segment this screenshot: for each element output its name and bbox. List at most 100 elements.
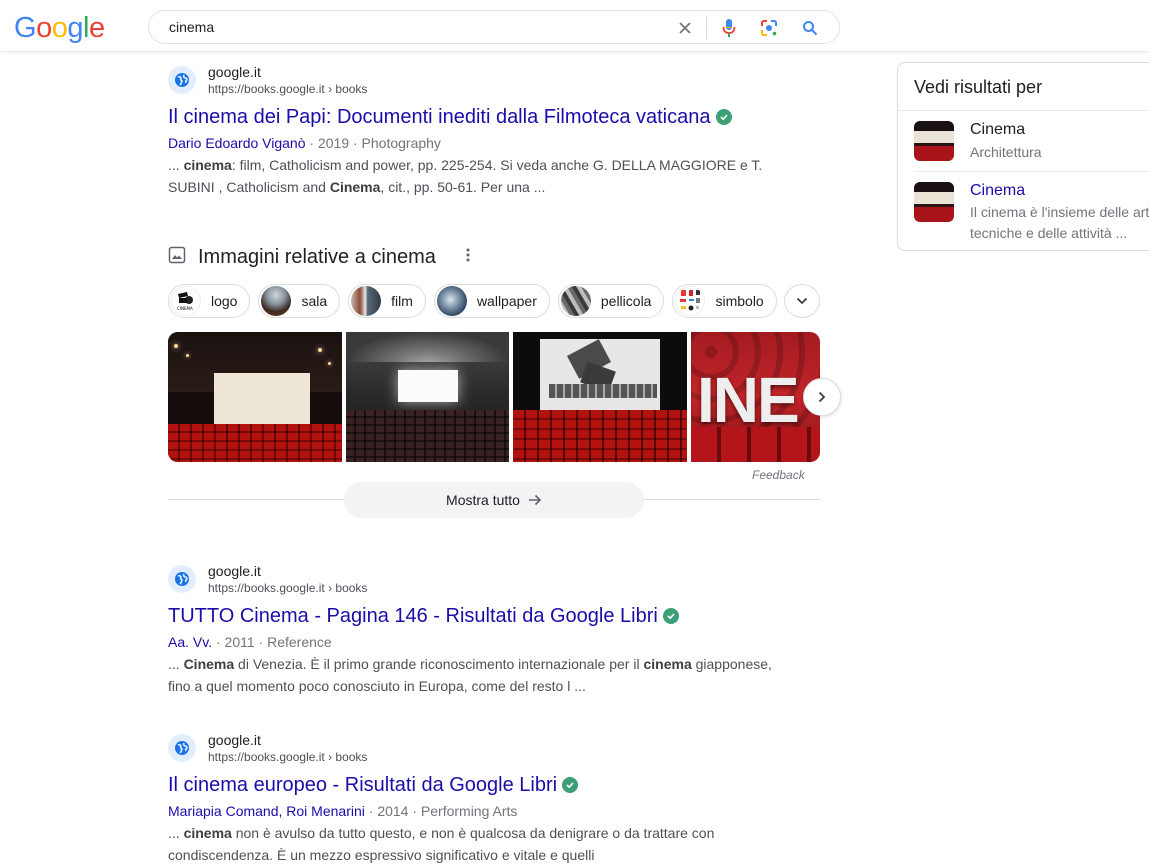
google-logo[interactable]: Google	[14, 13, 105, 43]
result-title-text[interactable]: TUTTO Cinema - Pagina 146 - Risultati da…	[168, 603, 658, 629]
site-name: google.it	[208, 562, 261, 579]
more-options-icon[interactable]	[466, 248, 470, 267]
chip-sala[interactable]: sala	[258, 284, 341, 318]
image-result-2[interactable]	[346, 332, 509, 462]
chip-wallpaper[interactable]: wallpaper	[433, 284, 550, 318]
chip-thumb-logo: CINEMA	[171, 286, 201, 316]
chip-thumb-sala	[261, 286, 292, 316]
images-section: Immagini relative a cinema CINEMA logo s…	[168, 240, 841, 518]
header: Google	[0, 0, 1149, 52]
logo-letter: o	[51, 12, 68, 44]
result-title-link[interactable]: TUTTO Cinema - Pagina 146 - Risultati da…	[168, 603, 788, 629]
meta-details: · 2019 · Photography	[305, 135, 441, 151]
search-result: google.it https://books.google.it › book…	[168, 730, 788, 866]
search-divider	[706, 17, 707, 39]
search-icon[interactable]	[799, 17, 821, 39]
logo-letter: g	[67, 12, 83, 44]
show-all-label: Mostra tutto	[446, 492, 520, 508]
feedback-link[interactable]: Feedback	[752, 468, 805, 482]
chip-logo[interactable]: CINEMA logo	[168, 284, 251, 318]
search-input[interactable]	[169, 11, 649, 43]
clear-icon[interactable]	[674, 17, 696, 39]
show-all-button[interactable]: Mostra tutto	[344, 482, 644, 518]
image-icon	[168, 246, 186, 269]
chevron-right-icon	[818, 391, 826, 403]
verified-check-icon	[662, 608, 679, 624]
snippet-text: ...	[168, 656, 184, 672]
snippet-highlight: cinema	[183, 157, 232, 173]
carousel-next-button[interactable]	[803, 378, 841, 416]
result-title-link[interactable]: Il cinema dei Papi: Documenti inediti da…	[168, 104, 788, 130]
meta-details: · 2014 · Performing Arts	[364, 803, 518, 819]
snippet-highlight: cinema	[183, 825, 232, 841]
chip-thumb-simbolo	[675, 286, 706, 316]
image-result-1[interactable]	[168, 332, 342, 462]
images-header: Immagini relative a cinema	[168, 240, 820, 274]
snippet-highlight: cinema	[643, 656, 692, 672]
result-snippet: ... cinema non è avulso da tutto questo,…	[168, 822, 788, 866]
result-title-text[interactable]: Il cinema dei Papi: Documenti inediti da…	[168, 104, 711, 130]
site-name: google.it	[208, 731, 261, 748]
result-meta: Aa. Vv. · 2011 · Reference	[168, 631, 788, 653]
author-link[interactable]: Aa. Vv.	[168, 634, 212, 650]
panel-item-subtitle: Il cinema è l'insieme delle arti	[970, 204, 1149, 220]
chip-label: pellicola	[600, 293, 652, 309]
chip-label: sala	[301, 293, 328, 309]
author-link[interactable]: Dario Edoardo Viganò	[168, 135, 306, 151]
snippet-text: ...	[168, 157, 184, 173]
image-result-3[interactable]	[513, 332, 687, 462]
snippet-text: di Venezia. È il primo grande riconoscim…	[234, 656, 644, 672]
logo-letter: o	[36, 12, 52, 44]
verified-check-icon	[562, 777, 579, 793]
result-site[interactable]: google.it https://books.google.it › book…	[168, 730, 788, 766]
see-results-for-panel: Vedi risultati per Cinema Architettura C…	[897, 62, 1149, 251]
panel-item-name[interactable]: Cinema	[970, 180, 1149, 202]
google-lens-icon[interactable]	[758, 17, 780, 39]
result-site[interactable]: google.it https://books.google.it › book…	[168, 62, 788, 98]
globe-icon	[168, 565, 196, 593]
chip-label: wallpaper	[476, 293, 537, 309]
chip-pellicola[interactable]: pellicola	[557, 284, 665, 318]
chip-thumb-pellicola	[560, 286, 591, 316]
result-snippet: ... cinema: film, Catholicism and power,…	[168, 154, 788, 198]
panel-item-cinema-architettura[interactable]: Cinema Architettura	[898, 111, 1149, 171]
site-url: https://books.google.it › books	[208, 81, 368, 96]
result-title-link[interactable]: Il cinema europeo - Risultati da Google …	[168, 772, 788, 798]
panel-item-name: Cinema	[970, 121, 1026, 138]
image-carousel: INE	[168, 332, 820, 462]
snippet-highlight: Cinema	[183, 656, 235, 672]
chip-thumb-wallpaper	[436, 286, 467, 316]
result-site[interactable]: google.it https://books.google.it › book…	[168, 561, 788, 597]
site-url: https://books.google.it › books	[208, 580, 368, 595]
snippet-text: ...	[168, 825, 184, 841]
panel-item-subtitle-2: tecniche e delle attività ...	[970, 225, 1128, 241]
svg-text:CINEMA: CINEMA	[177, 306, 193, 311]
snippet-highlight: Cinema	[329, 179, 381, 195]
panel-item-subtitle: Architettura	[970, 144, 1042, 160]
chip-label: simbolo	[715, 293, 764, 309]
site-name: google.it	[208, 63, 261, 80]
images-title: Immagini relative a cinema	[198, 245, 436, 268]
result-meta: Mariapia Comand, Roi Menarini · 2014 · P…	[168, 800, 788, 822]
site-url: https://books.google.it › books	[208, 749, 368, 764]
result-meta: Dario Edoardo Viganò · 2019 · Photograph…	[168, 132, 788, 154]
search-result: google.it https://books.google.it › book…	[168, 561, 788, 697]
chip-label: logo	[211, 293, 238, 309]
expand-chips-button[interactable]	[784, 284, 820, 318]
chip-simbolo[interactable]: simbolo	[672, 284, 777, 318]
panel-item-cinema[interactable]: Cinema Il cinema è l'insieme delle arti …	[914, 171, 1149, 250]
meta-details: · 2011 · Reference	[212, 634, 332, 650]
globe-icon	[168, 66, 196, 94]
microphone-icon[interactable]	[718, 17, 740, 39]
snippet-text: non è avulso da tutto questo, e non è qu…	[168, 825, 715, 863]
chip-film[interactable]: film	[348, 284, 426, 318]
chevron-down-icon	[796, 297, 808, 305]
search-box[interactable]	[148, 10, 840, 44]
search-result: google.it https://books.google.it › book…	[168, 62, 788, 198]
image-result-4[interactable]: INE	[691, 332, 820, 462]
result-snippet: ... Cinema di Venezia. È il primo grande…	[168, 653, 788, 697]
result-title-text[interactable]: Il cinema europeo - Risultati da Google …	[168, 772, 557, 798]
cinema-thumbnail	[914, 182, 954, 222]
globe-icon	[168, 734, 196, 762]
author-link[interactable]: Mariapia Comand, Roi Menarini	[168, 803, 365, 819]
